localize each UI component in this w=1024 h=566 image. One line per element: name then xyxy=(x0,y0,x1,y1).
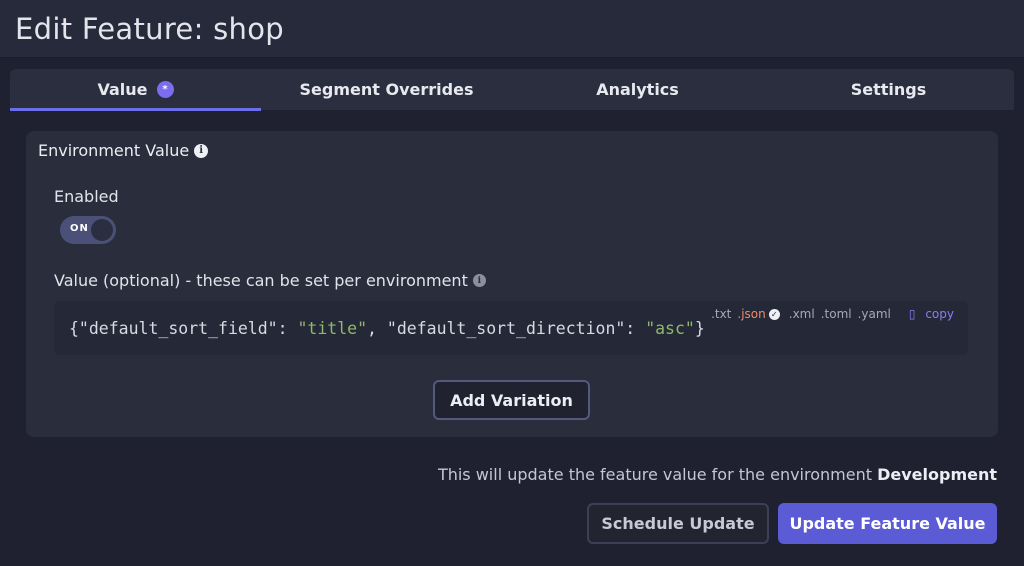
tab-settings-label: Settings xyxy=(850,80,927,99)
star-badge-icon: * xyxy=(156,81,174,98)
toggle-knob xyxy=(91,219,113,241)
code-text: } xyxy=(694,319,705,338)
add-variation-button[interactable]: Add Variation xyxy=(433,380,590,420)
value-code[interactable]: {"default_sort_field": "title", "default… xyxy=(69,319,705,338)
value-editor[interactable]: {"default_sort_field": "title", "default… xyxy=(54,301,968,355)
tab-segment-overrides-label: Segment Overrides xyxy=(299,80,474,99)
schedule-update-button[interactable]: Schedule Update xyxy=(587,503,769,544)
value-label-text: Value (optional) - these can be set per … xyxy=(54,271,468,290)
check-icon: ✓ xyxy=(768,308,780,320)
page-title: Edit Feature: shop xyxy=(15,12,284,46)
code-text: , "default_sort_direction": xyxy=(367,319,646,338)
info-icon[interactable]: i xyxy=(472,274,486,287)
format-selector: .txt .json ✓ .xml .toml .yaml ▯ copy xyxy=(705,307,954,321)
enabled-label: Enabled xyxy=(54,187,119,206)
info-icon[interactable]: i xyxy=(194,143,209,158)
tab-bar: Value * Segment Overrides Analytics Sett… xyxy=(10,69,1014,111)
tab-settings[interactable]: Settings xyxy=(763,69,1014,110)
panel-title: Environment Value i xyxy=(38,141,209,160)
format-json[interactable]: .json xyxy=(737,307,765,321)
format-xml[interactable]: .xml xyxy=(789,307,815,321)
tab-analytics-label: Analytics xyxy=(596,80,679,99)
tab-segment-overrides[interactable]: Segment Overrides xyxy=(261,69,512,110)
code-string: "asc" xyxy=(645,319,695,338)
header: Edit Feature: shop xyxy=(0,0,1024,58)
format-yaml[interactable]: .yaml xyxy=(858,307,891,321)
update-feature-value-button[interactable]: Update Feature Value xyxy=(778,503,997,544)
copy-label: copy xyxy=(925,307,954,321)
tab-value[interactable]: Value * xyxy=(10,69,261,111)
panel-title-text: Environment Value xyxy=(38,141,190,160)
format-txt[interactable]: .txt xyxy=(711,307,731,321)
format-toml[interactable]: .toml xyxy=(821,307,852,321)
tab-analytics[interactable]: Analytics xyxy=(512,69,763,110)
clipboard-icon: ▯ xyxy=(908,307,916,321)
environment-value-panel: Environment Value i Enabled ON Value (op… xyxy=(26,131,998,437)
code-string: "title" xyxy=(297,319,368,338)
update-notice: This will update the feature value for t… xyxy=(438,465,997,484)
enabled-toggle[interactable]: ON xyxy=(60,216,116,244)
toggle-on-text: ON xyxy=(70,223,89,234)
environment-name: Development xyxy=(877,465,997,484)
code-text: {"default_sort_field": xyxy=(69,319,298,338)
value-label: Value (optional) - these can be set per … xyxy=(54,271,486,290)
notice-text: This will update the feature value for t… xyxy=(437,465,872,484)
copy-button[interactable]: ▯ copy xyxy=(903,307,954,321)
tab-value-label: Value xyxy=(97,80,148,99)
